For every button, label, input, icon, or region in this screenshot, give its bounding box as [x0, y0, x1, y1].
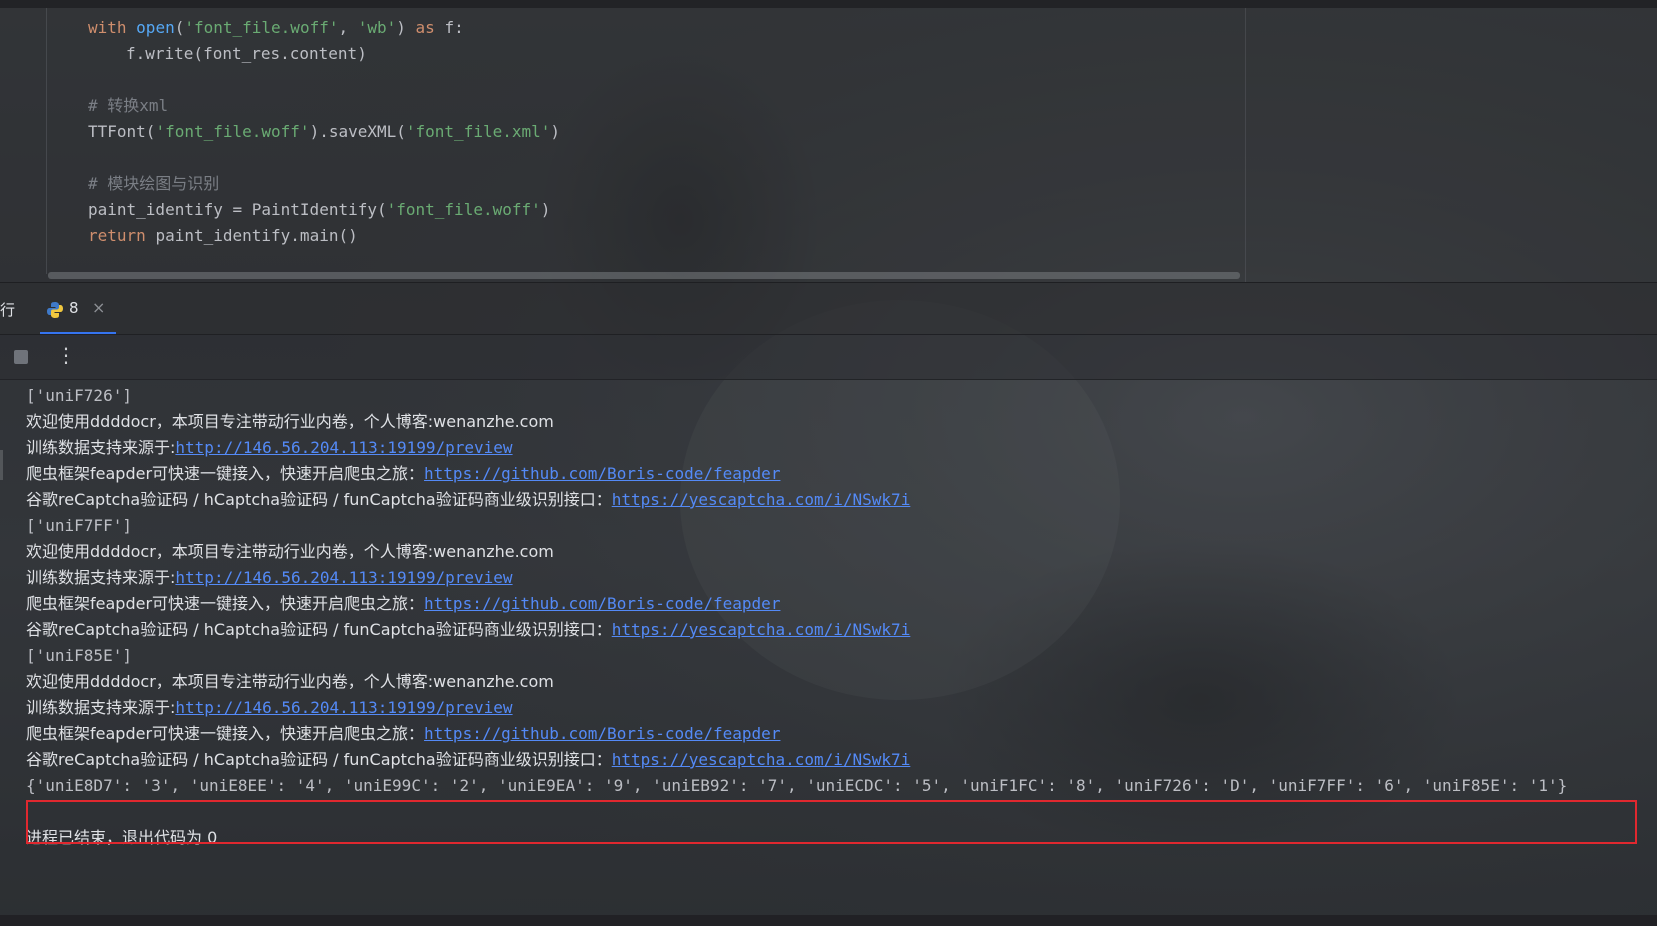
console-link[interactable]: https://yescaptcha.com/i/NSwk7i	[612, 750, 911, 769]
console-text: 爬虫框架feapder可快速一键接入，快速开启爬虫之旅：	[26, 724, 425, 743]
code-token: # 转换xml	[88, 96, 169, 115]
editor-horizontal-scrollbar[interactable]	[48, 272, 1240, 279]
console-line: 谷歌reCaptcha验证码 / hCaptcha验证码 / funCaptch…	[26, 486, 910, 513]
editor-gutter[interactable]	[0, 8, 46, 282]
console-text: 训练数据支持来源于:	[26, 568, 176, 587]
console-link[interactable]: https://yescaptcha.com/i/NSwk7i	[612, 620, 911, 639]
code-token: open	[136, 18, 175, 37]
console-line: 爬虫框架feapder可快速一键接入，快速开启爬虫之旅：https://gith…	[26, 720, 780, 747]
run-panel-title[interactable]: 行	[0, 299, 15, 320]
console-line: 谷歌reCaptcha验证码 / hCaptcha验证码 / funCaptch…	[26, 379, 910, 383]
console-link[interactable]: https://github.com/Boris-code/feapder	[424, 724, 780, 743]
code-line[interactable]: paint_identify = PaintIdentify('font_fil…	[88, 198, 550, 222]
console-link[interactable]: https://yescaptcha.com/i/NSwk7i	[612, 490, 911, 509]
console-line: ['uniF85E']	[26, 642, 132, 669]
code-line[interactable]: # 转换xml	[88, 94, 168, 118]
console-line: 训练数据支持来源于:http://146.56.204.113:19199/pr…	[26, 434, 513, 461]
code-token: 'font_file.xml'	[405, 122, 551, 141]
console-text: ['uniF726']	[26, 386, 132, 405]
console-text: 谷歌reCaptcha验证码 / hCaptcha验证码 / funCaptch…	[26, 490, 612, 509]
code-token: ,	[338, 18, 358, 37]
console-text: 爬虫框架feapder可快速一键接入，快速开启爬虫之旅：	[26, 464, 425, 483]
run-tab[interactable]: 8 ×	[40, 283, 116, 335]
code-editor[interactable]: with open('font_file.woff', 'wb') as f: f…	[0, 0, 1657, 282]
result-highlight-box	[26, 800, 1637, 844]
run-tab-label: 8	[69, 299, 79, 317]
console-line: 欢迎使用ddddocr，本项目专注带动行业内卷，个人博客:wenanzhe.co…	[26, 668, 554, 695]
console-output[interactable]: 谷歌reCaptcha验证码 / hCaptcha验证码 / funCaptch…	[0, 379, 1657, 915]
code-line[interactable]: return paint_identify.main()	[88, 224, 358, 248]
code-token: )	[396, 18, 416, 37]
console-line: ['uniF726']	[26, 382, 132, 409]
stop-icon[interactable]	[14, 350, 28, 364]
ide-window: with open('font_file.woff', 'wb') as f: f…	[0, 0, 1657, 926]
code-token: # 模块绘图与识别	[88, 174, 220, 193]
code-token: (	[174, 18, 185, 37]
console-text: {'uniE8D7': '3', 'uniE8EE': '4', 'uniE99…	[26, 776, 1568, 795]
console-text: 谷歌reCaptcha验证码 / hCaptcha验证码 / funCaptch…	[26, 750, 612, 769]
console-line: 训练数据支持来源于:http://146.56.204.113:19199/pr…	[26, 694, 513, 721]
console-text: 欢迎使用ddddocr，本项目专注带动行业内卷，个人博客:wenanzhe.co…	[26, 412, 554, 431]
console-link[interactable]: https://github.com/Boris-code/feapder	[424, 464, 780, 483]
code-token: return	[88, 226, 156, 245]
console-line: 爬虫框架feapder可快速一键接入，快速开启爬虫之旅：https://gith…	[26, 590, 780, 617]
console-text: ['uniF7FF']	[26, 516, 132, 535]
code-line[interactable]: TTFont('font_file.woff').saveXML('font_f…	[88, 120, 560, 144]
code-token: ).saveXML(	[309, 122, 406, 141]
code-token: 'font_file.woff'	[386, 200, 541, 219]
console-line: {'uniE8D7': '3', 'uniE8EE': '4', 'uniE99…	[26, 772, 1567, 799]
code-token: as	[415, 18, 445, 37]
run-toolbar: ⋮	[0, 334, 1657, 380]
python-icon	[47, 302, 63, 318]
console-text: 欢迎使用ddddocr，本项目专注带动行业内卷，个人博客:wenanzhe.co…	[26, 542, 554, 561]
code-token: )	[540, 200, 551, 219]
console-line: 欢迎使用ddddocr，本项目专注带动行业内卷，个人博客:wenanzhe.co…	[26, 408, 554, 435]
console-text: 训练数据支持来源于:	[26, 698, 176, 717]
code-token: paint_identify = PaintIdentify(	[88, 200, 387, 219]
console-text: 训练数据支持来源于:	[26, 438, 176, 457]
code-line[interactable]: f.write(font_res.content)	[126, 42, 367, 66]
code-token: TTFont(	[88, 122, 156, 141]
console-line: 欢迎使用ddddocr，本项目专注带动行业内卷，个人博客:wenanzhe.co…	[26, 538, 554, 565]
console-line: ['uniF7FF']	[26, 512, 132, 539]
console-text: 欢迎使用ddddocr，本项目专注带动行业内卷，个人博客:wenanzhe.co…	[26, 672, 554, 691]
close-icon[interactable]: ×	[92, 298, 105, 317]
console-line: 训练数据支持来源于:http://146.56.204.113:19199/pr…	[26, 564, 513, 591]
code-token: paint_identify.main()	[155, 226, 358, 245]
indent-guide	[46, 8, 47, 274]
console-line: 谷歌reCaptcha验证码 / hCaptcha验证码 / funCaptch…	[26, 746, 910, 773]
code-token: 'font_file.woff'	[155, 122, 310, 141]
console-link[interactable]: http://146.56.204.113:19199/preview	[175, 438, 512, 457]
console-link[interactable]: http://146.56.204.113:19199/preview	[175, 698, 512, 717]
code-token: 'font_file.woff'	[184, 18, 339, 37]
console-link[interactable]: https://github.com/Boris-code/feapder	[424, 594, 780, 613]
console-line: 爬虫框架feapder可快速一键接入，快速开启爬虫之旅：https://gith…	[26, 460, 780, 487]
right-margin-guide	[1245, 8, 1246, 282]
editor-top-border	[0, 0, 1657, 8]
console-text: ['uniF85E']	[26, 646, 132, 665]
code-token: )	[550, 122, 561, 141]
code-token: with	[88, 18, 137, 37]
code-token: 'wb'	[357, 18, 397, 37]
code-token: f:	[444, 18, 464, 37]
code-line[interactable]: with open('font_file.woff', 'wb') as f:	[88, 16, 464, 40]
console-text: 爬虫框架feapder可快速一键接入，快速开启爬虫之旅：	[26, 594, 425, 613]
code-line[interactable]: # 模块绘图与识别	[88, 172, 219, 196]
bottom-edge	[0, 915, 1657, 926]
code-token: f.write(font_res.content)	[126, 44, 367, 63]
console-line: 谷歌reCaptcha验证码 / hCaptcha验证码 / funCaptch…	[26, 616, 910, 643]
more-options-icon[interactable]: ⋮	[56, 343, 76, 367]
console-link[interactable]: http://146.56.204.113:19199/preview	[175, 568, 512, 587]
console-text: 谷歌reCaptcha验证码 / hCaptcha验证码 / funCaptch…	[26, 620, 612, 639]
run-tool-window-header: 行 8 ×	[0, 282, 1657, 335]
